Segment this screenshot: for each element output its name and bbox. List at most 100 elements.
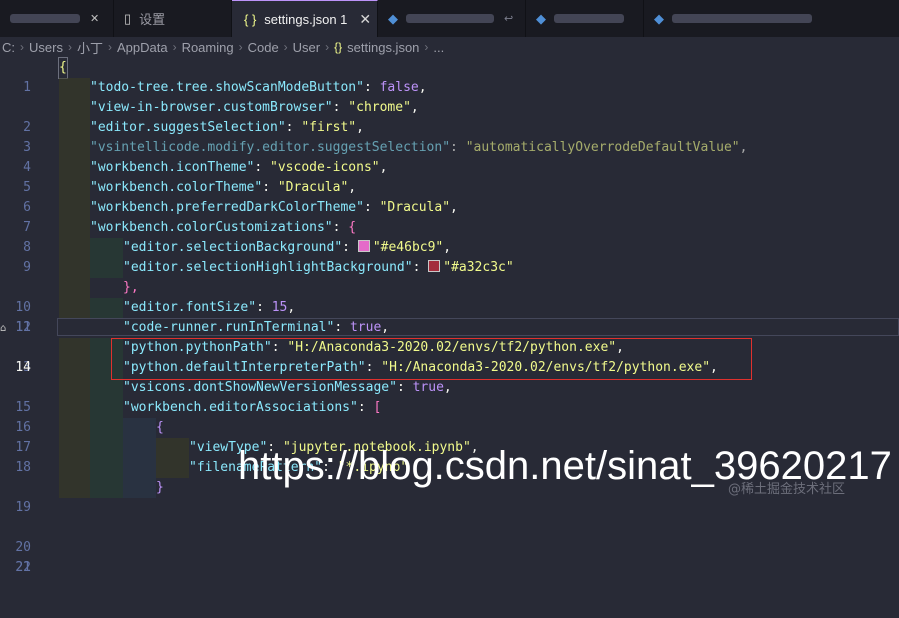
indent-guide (59, 198, 90, 218)
code-line: 9 "workbench.colorCustomizations": { (0, 218, 899, 275)
tab-blurred-4[interactable]: ◆ (644, 0, 899, 37)
json-value: true (349, 320, 382, 335)
code-line: 13 "editor.fontSize": 15, (0, 298, 899, 375)
code-line: 3 "view-in-browser.customBrowser": "chro… (0, 98, 899, 155)
json-key: "editor.suggestSelection" (90, 120, 286, 135)
code-text: { (58, 57, 68, 79)
indent-guide (90, 398, 123, 418)
breadcrumb-item[interactable]: Users (29, 40, 63, 55)
code-text: }, (123, 280, 139, 295)
json-value: "#a32c3c" (443, 260, 514, 275)
code-line: 10 "editor.selectionBackground": "#e46bc… (0, 238, 899, 315)
json-value: "#e46bc9" (372, 240, 444, 255)
indent-guide (59, 258, 90, 278)
indent-guide (59, 78, 90, 98)
chevron-right-icon: › (238, 40, 243, 54)
json-value: "automaticallyOverrodeDefaultValue" (465, 140, 740, 155)
indent-guide (59, 158, 90, 178)
json-braces-icon: {} (334, 40, 343, 54)
json-key: "workbench.editorAssociations" (123, 400, 358, 415)
indent-guide (123, 438, 156, 458)
json-value: "first" (301, 120, 357, 135)
indent-guide (59, 338, 90, 358)
code-line: 17 "vsicons.dontShowNewVersionMessage": … (0, 378, 899, 455)
annotation-box (111, 338, 752, 380)
json-key: "todo-tree.tree.showScanModeButton" (90, 80, 364, 95)
indent-guide (90, 458, 123, 478)
indent-guide (59, 298, 90, 318)
breadcrumb-item[interactable]: User (293, 40, 320, 55)
json-brace: { (348, 220, 357, 235)
pin-icon[interactable]: ↩ (504, 12, 513, 25)
settings-file-icon: ▯ (124, 10, 132, 26)
indent-guide (59, 458, 90, 478)
chevron-right-icon: › (424, 40, 429, 54)
line-number: 22 (15, 560, 31, 575)
indent-guide (59, 418, 90, 438)
chevron-right-icon: › (107, 40, 112, 54)
json-key: "editor.selectionBackground" (123, 240, 343, 255)
tab-blurred-3[interactable]: ◆ (526, 0, 644, 37)
tab-blurred-1[interactable]: ✕ (0, 0, 114, 37)
indent-guide (123, 458, 156, 478)
indent-guide (59, 218, 90, 238)
indent-guide (90, 478, 123, 498)
code-line: 5 "vsintellicode.modify.editor.suggestSe… (0, 138, 899, 195)
indent-guide (90, 238, 123, 258)
json-value: "Dracula" (277, 180, 349, 195)
indent-guide (59, 478, 90, 498)
json-key: "workbench.iconTheme" (90, 160, 255, 175)
breadcrumb-item[interactable]: Roaming (182, 40, 234, 55)
json-key: "workbench.preferredDarkColorTheme" (90, 200, 364, 215)
indent-guide (59, 98, 90, 118)
color-swatch[interactable] (428, 260, 441, 272)
code-editor[interactable]: 1 { 2 "todo-tree.tree.showScanModeButton… (0, 57, 899, 575)
close-icon[interactable]: ✕ (90, 12, 99, 25)
indent-guide (59, 358, 90, 378)
tab-label: 设置 (139, 12, 166, 27)
indent-guide (90, 298, 123, 318)
indent-guide (90, 438, 123, 458)
indent-guide (90, 258, 123, 278)
blurred-tab-label (554, 14, 624, 23)
breadcrumb: C: › Users › 小丁 › AppData › Roaming › Code › U… (0, 37, 899, 57)
json-key-deprecated: "vsintellicode.modify.editor.suggestSele… (90, 140, 451, 155)
tab-blurred-2[interactable]: ◆ ↩ (378, 0, 526, 37)
indent-guide (59, 398, 90, 418)
json-key: "view-in-browser.customBrowser" (90, 100, 333, 115)
code-line: 4 "editor.suggestSelection": "first", (0, 118, 899, 175)
close-icon[interactable]: ✕ (359, 11, 371, 28)
indent-guide (123, 418, 156, 438)
json-braces-icon: { } (244, 11, 257, 27)
code-line: 11 "editor.selectionHighlightBackground"… (0, 258, 899, 335)
indent-guide (59, 438, 90, 458)
breadcrumb-item[interactable]: C: (2, 40, 15, 55)
breadcrumb-item[interactable]: 小丁 (77, 38, 103, 57)
tab-settings-json[interactable]: { } settings.json 1 ✕ (232, 0, 378, 37)
json-key: "editor.fontSize" (123, 300, 257, 315)
color-swatch[interactable] (357, 240, 370, 252)
code-line: 12 }, (0, 278, 899, 335)
json-value: "chrome" (348, 100, 411, 115)
indent-guide (59, 178, 90, 198)
indent-guide (59, 278, 90, 298)
chevron-right-icon: › (172, 40, 177, 54)
tab-settings[interactable]: ▯ 设置 (114, 0, 232, 37)
json-value: "vscode-icons" (270, 160, 380, 175)
breadcrumb-item[interactable]: Code (248, 40, 279, 55)
indent-guide (156, 438, 189, 458)
chevron-right-icon: › (67, 40, 72, 54)
breadcrumb-symbol[interactable]: ... (433, 40, 444, 55)
json-key: "workbench.colorCustomizations" (90, 220, 333, 235)
json-value: false (379, 80, 419, 95)
indent-guide (59, 138, 90, 158)
indent-guide (90, 418, 123, 438)
json-key: "vsicons.dontShowNewVersionMessage" (123, 380, 397, 395)
lightbulb-icon[interactable]: ⌂ (0, 323, 6, 334)
breadcrumb-item[interactable]: AppData (117, 40, 168, 55)
breadcrumb-file[interactable]: settings.json (347, 40, 419, 55)
json-bracket: [ (373, 400, 382, 415)
indent-guide (59, 238, 90, 258)
json-key: "editor.selectionHighlightBackground" (123, 260, 413, 275)
code-line-current: 14 "code-runner.runInTerminal": true, (0, 318, 899, 375)
